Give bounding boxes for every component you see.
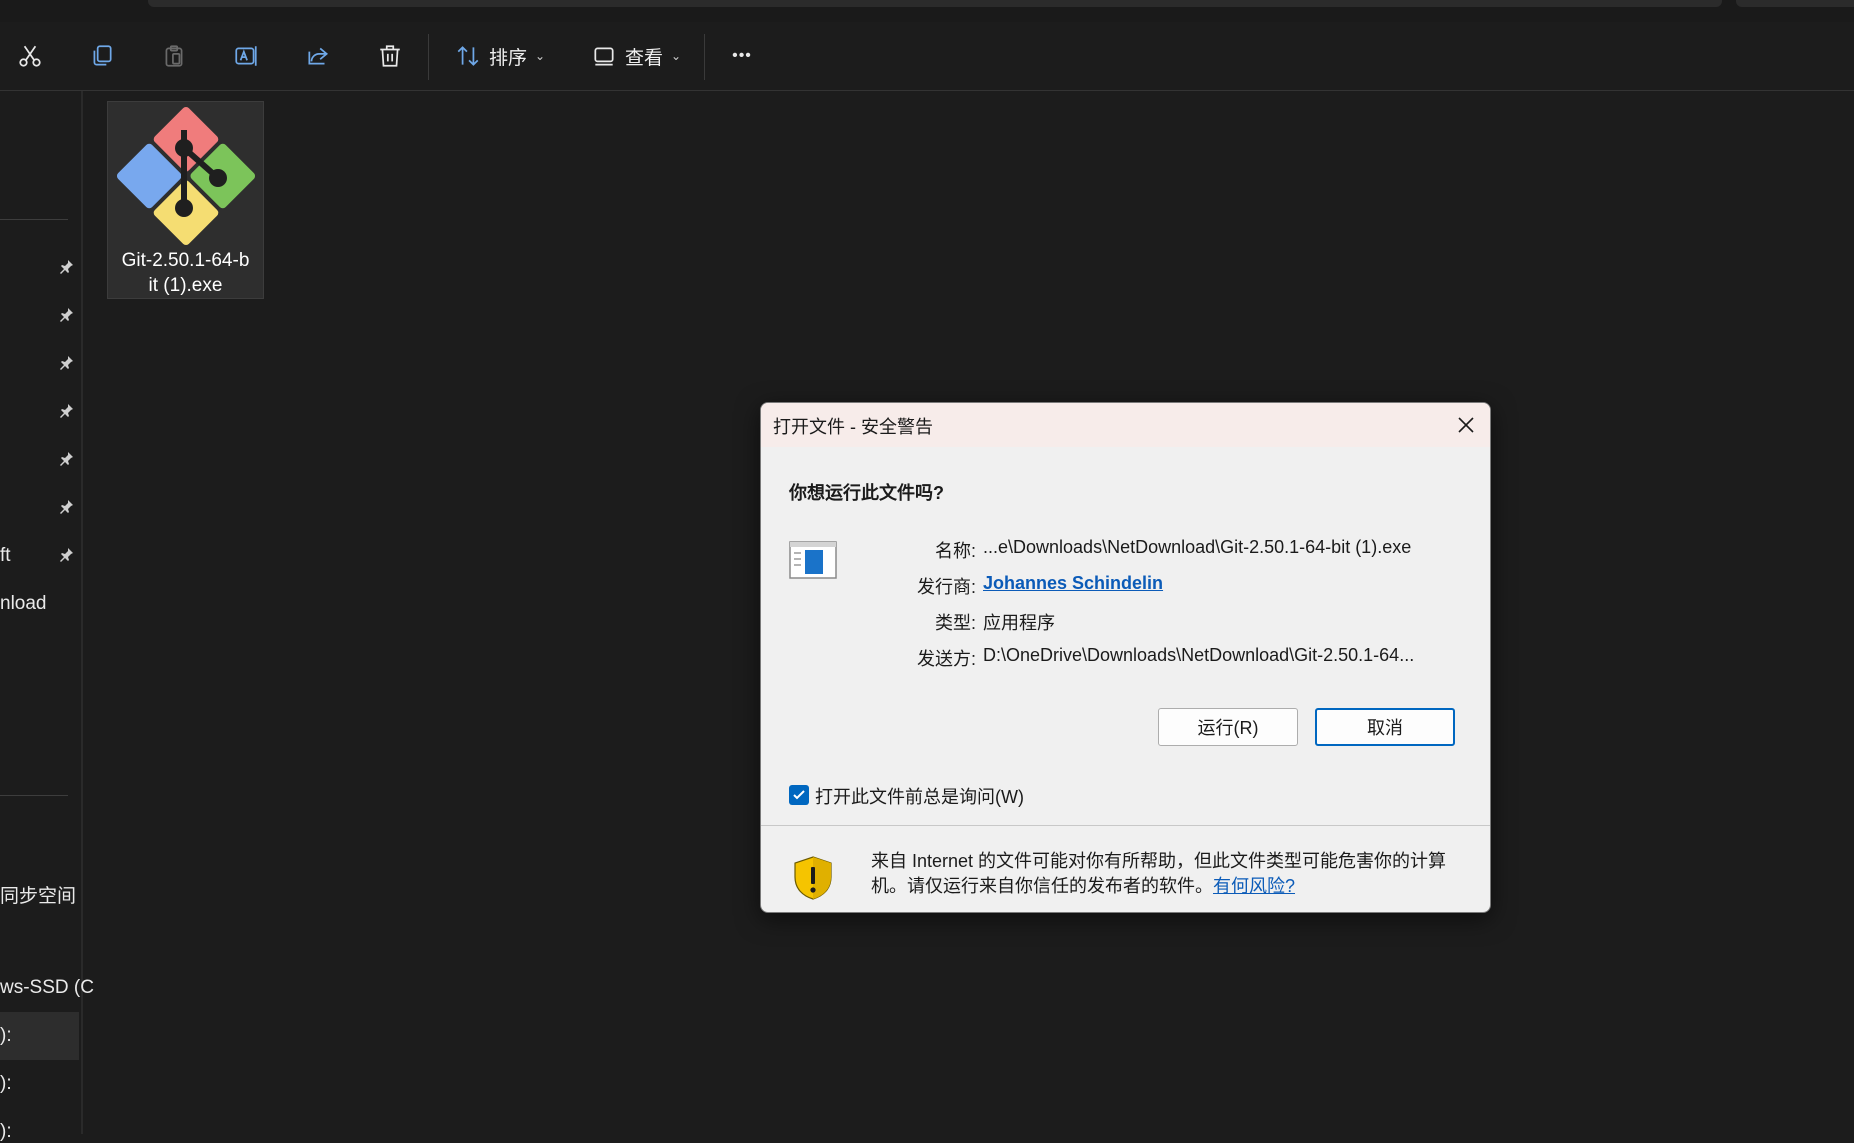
delete-button[interactable]: [370, 36, 410, 76]
sort-button[interactable]: 排序 ⌄: [450, 36, 550, 76]
chevron-down-icon: ⌄: [534, 49, 546, 63]
close-button[interactable]: [1452, 411, 1480, 439]
cancel-button[interactable]: 取消: [1315, 708, 1455, 746]
sidebar-item-label[interactable]: ws-SSD (C: [0, 977, 94, 999]
more-options-button[interactable]: •••: [722, 36, 762, 76]
from-label: 发送方:: [916, 649, 976, 669]
sidebar-item-label[interactable]: nload: [0, 593, 47, 615]
sidebar-item-label[interactable]: 同步空间: [0, 881, 76, 908]
chevron-down-icon: ⌄: [670, 49, 682, 63]
dialog-question: 你想运行此文件吗?: [789, 483, 944, 503]
command-bar: 排序 ⌄ 查看 ⌄ •••: [0, 22, 1854, 91]
sidebar-divider: [0, 219, 68, 220]
trash-icon: [380, 45, 400, 67]
dialog-separator: [761, 825, 1490, 826]
sidebar-divider: [0, 795, 68, 796]
publisher-label: 发行商:: [916, 577, 976, 597]
name-label: 名称:: [934, 541, 976, 561]
paste-button[interactable]: [154, 36, 194, 76]
search-box[interactable]: [1736, 0, 1854, 7]
git-logo-icon: [116, 106, 256, 246]
warning-shield-icon: [794, 856, 832, 900]
navigation-pane: ft nload 同步空间 ws-SSD (C ): ): ):: [0, 91, 94, 1142]
type-label: 类型:: [934, 613, 976, 633]
view-icon: [594, 47, 614, 66]
clipboard-icon: [165, 45, 183, 67]
pin-icon[interactable]: [58, 403, 74, 419]
share-icon: [308, 47, 329, 65]
from-value: D:\OneDrive\Downloads\NetDownload\Git-2.…: [983, 645, 1415, 665]
scissors-icon: [19, 45, 41, 67]
type-value: 应用程序: [983, 613, 1055, 633]
toolbar-separator: [704, 34, 705, 80]
application-icon: [789, 541, 837, 579]
close-icon: [1458, 417, 1474, 433]
sidebar-selected-highlight: [0, 1012, 79, 1060]
pin-icon[interactable]: [58, 307, 74, 323]
more-icon: •••: [732, 47, 752, 64]
view-button[interactable]: 查看 ⌄: [586, 36, 686, 76]
publisher-link[interactable]: Johannes Schindelin: [983, 573, 1163, 594]
toolbar-separator: [428, 34, 429, 80]
pin-icon[interactable]: [58, 499, 74, 515]
title-bar-strip: [0, 0, 1854, 22]
always-ask-checkbox[interactable]: [789, 785, 809, 805]
sort-label: 排序: [488, 47, 527, 69]
what-is-the-risk-link[interactable]: 有何风险?: [1213, 876, 1295, 896]
pin-icon[interactable]: [58, 451, 74, 467]
dialog-title-bar[interactable]: 打开文件 - 安全警告: [761, 403, 1490, 447]
always-ask-checkbox-label[interactable]: 打开此文件前总是询问(W): [815, 783, 1024, 809]
rename-button[interactable]: [226, 36, 266, 76]
cut-button[interactable]: [10, 36, 50, 76]
pin-icon[interactable]: [58, 547, 74, 563]
sort-icon: [457, 46, 479, 66]
sidebar-item-label[interactable]: ):: [0, 1025, 12, 1047]
pin-icon[interactable]: [58, 355, 74, 371]
dialog-title: 打开文件 - 安全警告: [773, 417, 933, 437]
rename-icon: [235, 46, 257, 66]
name-value: ...e\Downloads\NetDownload\Git-2.50.1-64…: [983, 537, 1412, 557]
security-warning-dialog: 打开文件 - 安全警告 你想运行此文件吗? 名称: ...e\Downloads…: [760, 402, 1491, 913]
address-bar[interactable]: [148, 0, 1722, 7]
share-button[interactable]: [298, 36, 338, 76]
sidebar-item-label[interactable]: ):: [0, 1121, 12, 1143]
file-name: Git-2.50.1-64-b it (1).exe: [121, 250, 250, 296]
copy-button[interactable]: [82, 36, 122, 76]
warning-text: 来自 Internet 的文件可能对你有所帮助，但此文件类型可能危害你的计算机。…: [871, 851, 1447, 896]
sidebar-item-label[interactable]: ):: [0, 1073, 12, 1095]
file-item-git-installer[interactable]: Git-2.50.1-64-b it (1).exe: [107, 101, 264, 299]
sidebar-item-label[interactable]: ft: [0, 545, 11, 567]
pin-icon[interactable]: [58, 259, 74, 275]
view-label: 查看: [624, 47, 663, 69]
checkmark-icon: [793, 790, 805, 800]
copy-icon: [93, 45, 112, 66]
run-button[interactable]: 运行(R): [1158, 708, 1298, 746]
